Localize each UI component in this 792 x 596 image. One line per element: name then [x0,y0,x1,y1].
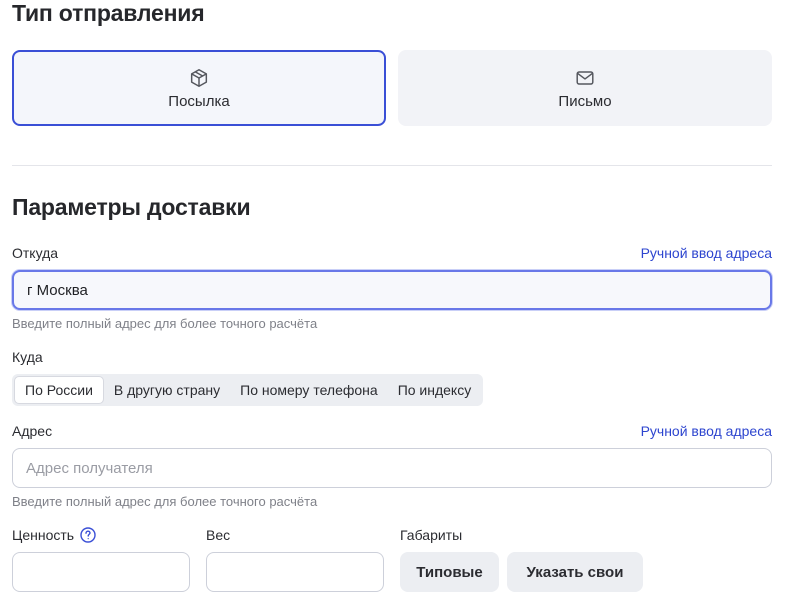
parcel-option[interactable]: Посылка [12,50,386,126]
tab-other-country[interactable]: В другую страну [104,376,230,404]
section-divider [12,165,772,166]
letter-option[interactable]: Письмо [398,50,772,126]
delivery-params-title: Параметры доставки [12,194,251,220]
envelope-icon [576,70,594,85]
value-input[interactable] [12,552,190,592]
from-label: Откуда [12,245,59,261]
standard-dimensions-button[interactable]: Типовые [400,552,499,592]
recipient-address-input[interactable] [12,448,772,488]
address-hint: Введите полный адрес для более точного р… [12,494,318,509]
tab-by-phone[interactable]: По номеру телефона [230,376,388,404]
from-manual-address-link[interactable]: Ручной ввод адреса [641,245,772,261]
from-hint: Введите полный адрес для более точного р… [12,316,318,331]
weight-input[interactable] [206,552,384,592]
address-manual-link[interactable]: Ручной ввод адреса [641,423,772,439]
dimensions-label: Габариты [400,527,463,543]
shipment-type-title: Тип отправления [12,0,205,26]
tab-by-index[interactable]: По индексу [388,376,482,404]
from-address-input[interactable] [12,270,772,310]
value-field-label-wrap: Ценность [12,527,96,543]
weight-label: Вес [206,527,231,543]
value-label: Ценность [12,527,75,543]
package-icon [190,68,208,87]
custom-dimensions-button[interactable]: Указать свои [507,552,643,592]
question-circle-icon[interactable] [80,527,96,543]
tab-russia[interactable]: По России [14,376,104,404]
letter-label: Письмо [558,92,612,110]
to-label: Куда [12,349,43,365]
address-label: Адрес [12,423,53,439]
parcel-label: Посылка [168,92,230,110]
destination-tabs: По России В другую страну По номеру теле… [12,374,484,406]
